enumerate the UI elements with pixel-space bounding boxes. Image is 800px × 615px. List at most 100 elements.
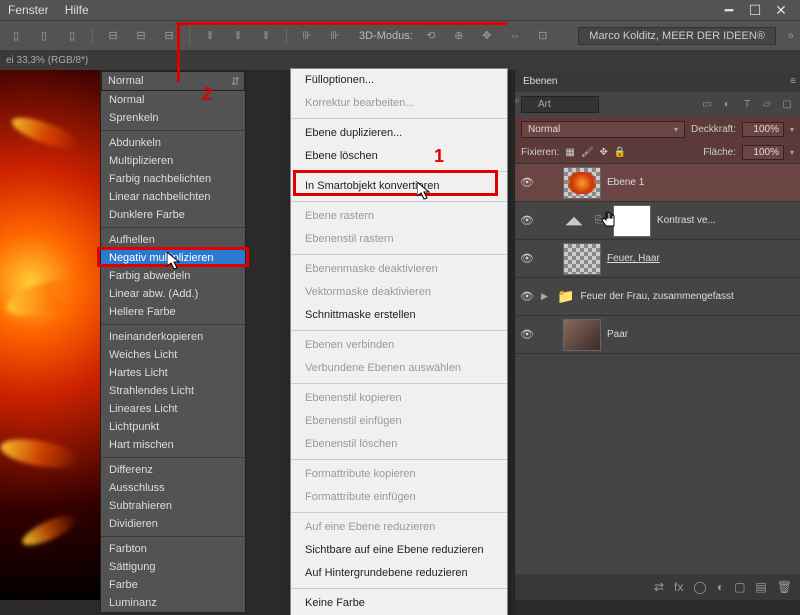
expand-arrow-icon[interactable]: ▶ (541, 291, 551, 302)
new-layer-icon[interactable]: ▤ (755, 580, 766, 594)
blend-option[interactable]: Linear nachbelichten (101, 188, 245, 206)
context-menu-item[interactable]: Fülloptionen... (291, 69, 507, 92)
layer-row[interactable]: 👁 Paar (515, 316, 800, 354)
layer-blend-dropdown[interactable]: Normal ▾ (521, 121, 685, 138)
workspace-label[interactable]: Marco Kolditz, MEER DER IDEEN® (578, 27, 776, 45)
lock-move-icon[interactable]: ✥ (600, 147, 608, 158)
blend-option[interactable]: Normal (101, 91, 245, 109)
layer-name[interactable]: Feuer der Frau, zusammengefasst (580, 291, 733, 302)
opacity-value[interactable]: 100% (742, 122, 784, 137)
blend-option[interactable]: Ausschluss (101, 479, 245, 497)
visibility-eye-icon[interactable]: 👁 (519, 214, 535, 227)
roll-icon[interactable]: ⊕ (449, 26, 469, 46)
layer-row[interactable]: 👁 Ebene 1 (515, 164, 800, 202)
adjustment-icon[interactable]: ◐ (717, 580, 724, 594)
canvas[interactable] (0, 70, 100, 600)
filter-type-icon[interactable]: T (740, 97, 754, 111)
blend-option[interactable]: Linear abw. (Add.) (101, 285, 245, 303)
filter-shape-icon[interactable]: ▱ (760, 97, 774, 111)
blend-option[interactable]: Lineares Licht (101, 400, 245, 418)
filter-smart-icon[interactable]: ▢ (780, 97, 794, 111)
layer-name[interactable]: Paar (607, 329, 628, 340)
blend-option[interactable]: Strahlendes Licht (101, 382, 245, 400)
blend-option[interactable]: Farbig nachbelichten (101, 170, 245, 188)
menu-fenster[interactable]: Fenster (8, 3, 49, 17)
group-icon[interactable]: ▢ (734, 580, 745, 594)
blend-option[interactable]: Hartes Licht (101, 364, 245, 382)
delete-layer-icon[interactable]: 🗑 (777, 580, 792, 594)
layer-row[interactable]: 👁◢◣⎘Kontrast ve... (515, 202, 800, 240)
slide-icon[interactable]: ⇔ (505, 26, 525, 46)
blend-option[interactable]: Weiches Licht (101, 346, 245, 364)
blend-option[interactable]: Subtrahieren (101, 497, 245, 515)
layer-row[interactable]: 👁▶📁Feuer der Frau, zusammengefasst (515, 278, 800, 316)
spacing1-icon[interactable]: ⊪ (297, 26, 317, 46)
orbit-icon[interactable]: ⟲ (421, 26, 441, 46)
blend-option[interactable]: Multiplizieren (101, 152, 245, 170)
chevron-right-icon[interactable]: » (788, 30, 794, 42)
layer-name[interactable]: Kontrast ve... (657, 215, 716, 226)
filter-image-icon[interactable]: ▭ (700, 97, 714, 111)
blend-mode-dropdown[interactable]: Normal ⇵ NormalSprenkeln AbdunkelnMultipl… (100, 70, 246, 613)
layer-filter-input[interactable] (521, 96, 599, 113)
blend-option[interactable]: Aufhellen (101, 231, 245, 249)
fill-value[interactable]: 100% (742, 145, 784, 160)
distrib-h3-icon[interactable]: ‖ (256, 26, 276, 46)
blend-option[interactable]: Farbe (101, 576, 245, 594)
filter-adjust-icon[interactable]: ◐ (720, 97, 734, 111)
distribute2-icon[interactable]: ⊟ (131, 26, 151, 46)
layer-name[interactable]: Feuer, Haar (607, 253, 660, 264)
blend-option[interactable]: Lichtpunkt (101, 418, 245, 436)
pan-icon[interactable]: ✥ (477, 26, 497, 46)
context-menu-item[interactable]: Schnittmaske erstellen (291, 304, 507, 327)
blend-option[interactable]: Sprenkeln (101, 109, 245, 127)
mask-thumbnail[interactable] (613, 205, 651, 237)
spacing2-icon[interactable]: ⊪ (325, 26, 345, 46)
chevron-down-icon[interactable]: ▾ (790, 148, 794, 157)
document-tab[interactable]: ei 33,3% (RGB/8*) (6, 55, 88, 66)
blend-option[interactable]: Dividieren (101, 515, 245, 533)
blend-option[interactable]: Hellere Farbe (101, 303, 245, 321)
distribute1-icon[interactable]: ⊟ (103, 26, 123, 46)
blend-option[interactable]: Dunklere Farbe (101, 206, 245, 224)
blend-option[interactable]: Abdunkeln (101, 134, 245, 152)
context-menu-item[interactable]: In Smartobjekt konvertieren (291, 175, 507, 198)
blend-mode-current[interactable]: Normal ⇵ (101, 71, 245, 91)
close-button[interactable]: ✕ (768, 0, 794, 20)
scale-icon[interactable]: ⊡ (533, 26, 553, 46)
layer-row[interactable]: 👁 Feuer, Haar (515, 240, 800, 278)
visibility-eye-icon[interactable]: 👁 (519, 176, 535, 189)
menu-hilfe[interactable]: Hilfe (65, 3, 89, 17)
lock-transparent-icon[interactable]: ▦ (565, 147, 574, 158)
visibility-eye-icon[interactable]: 👁 (519, 290, 535, 303)
panel-menu-icon[interactable]: ≡ (790, 76, 796, 87)
link-layers-icon[interactable]: ⇄ (654, 580, 664, 594)
lock-all-icon[interactable]: 🔒 (614, 147, 626, 158)
layers-tab[interactable]: Ebenen (523, 76, 557, 87)
blend-option[interactable]: Ineinanderkopieren (101, 328, 245, 346)
chevron-down-icon[interactable]: ▾ (790, 125, 794, 134)
layer-thumbnail[interactable] (563, 243, 601, 275)
minimize-button[interactable]: ━ (716, 0, 742, 20)
visibility-eye-icon[interactable]: 👁 (519, 328, 535, 341)
align-right-icon[interactable]: ▯ (62, 26, 82, 46)
context-menu-item[interactable]: Keine Farbe (291, 592, 507, 615)
blend-option[interactable]: Differenz (101, 461, 245, 479)
mask-icon[interactable]: ◯ (693, 580, 706, 594)
layer-thumbnail[interactable] (563, 319, 601, 351)
lock-brush-icon[interactable]: 🖌 (581, 147, 594, 158)
blend-option[interactable]: Farbton (101, 540, 245, 558)
blend-option[interactable]: Sättigung (101, 558, 245, 576)
distribute3-icon[interactable]: ⊟ (159, 26, 179, 46)
blend-option[interactable]: Farbig abwedeln (101, 267, 245, 285)
visibility-eye-icon[interactable]: 👁 (519, 252, 535, 265)
distrib-h2-icon[interactable]: ‖ (228, 26, 248, 46)
blend-option[interactable]: Negativ multiplizieren (101, 249, 245, 267)
distrib-h1-icon[interactable]: ‖ (200, 26, 220, 46)
context-menu-item[interactable]: Ebene löschen (291, 145, 507, 168)
layer-thumbnail[interactable] (563, 167, 601, 199)
context-menu-item[interactable]: Auf Hintergrundebene reduzieren (291, 562, 507, 585)
context-menu-item[interactable]: Sichtbare auf eine Ebene reduzieren (291, 539, 507, 562)
align-left-icon[interactable]: ▯ (6, 26, 26, 46)
layer-name[interactable]: Ebene 1 (607, 177, 644, 188)
